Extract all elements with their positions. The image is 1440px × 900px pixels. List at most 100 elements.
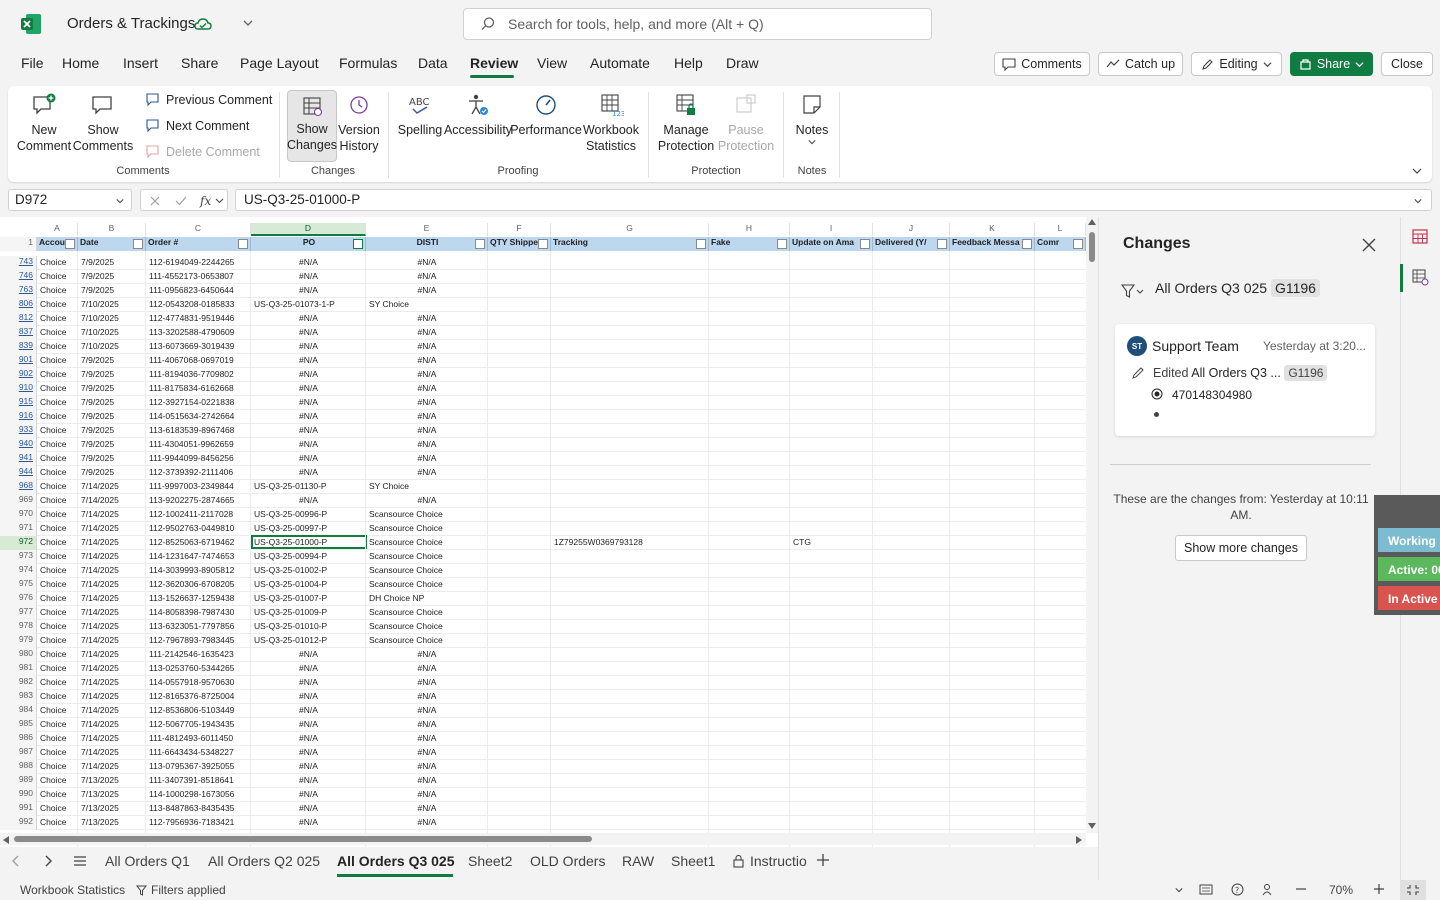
row-number[interactable]: 901 [0, 354, 37, 368]
cell-c[interactable]: 111-4552173-0653807 [147, 271, 250, 281]
cell-a[interactable]: Choice [38, 761, 77, 771]
cell-d[interactable]: #N/A [252, 313, 365, 323]
cell-b[interactable]: 7/14/2025 [79, 691, 145, 701]
chevron-down-icon[interactable] [1174, 886, 1184, 894]
cell-a[interactable]: Choice [38, 467, 77, 477]
cell-c[interactable]: 112-9502763-0449810 [147, 523, 250, 533]
row-number[interactable]: 837 [0, 326, 37, 340]
cell-a[interactable]: Choice [38, 411, 77, 421]
row-number[interactable]: 940 [0, 438, 37, 452]
row-number[interactable]: 941 [0, 452, 37, 466]
cell-c[interactable]: 112-7956936-7183421 [147, 817, 250, 827]
cell-b[interactable]: 7/10/2025 [79, 299, 145, 309]
cell-e[interactable]: #N/A [367, 369, 487, 379]
cell-b[interactable]: 7/9/2025 [79, 467, 145, 477]
row-number[interactable]: 970 [0, 508, 37, 522]
cell-e[interactable]: #N/A [367, 803, 487, 813]
table-row[interactable]: 980 Choice 7/14/2025 111-2142546-1635423 #N/… [0, 648, 1086, 662]
cell-b[interactable]: 7/14/2025 [79, 537, 145, 547]
cell-b[interactable]: 7/14/2025 [79, 705, 145, 715]
cell-a[interactable]: Choice [38, 271, 77, 281]
cell-c[interactable]: 114-8058398-7987430 [147, 607, 250, 617]
cell-c[interactable]: 113-1526637-1259438 [147, 593, 250, 603]
row-number[interactable]: 991 [0, 802, 37, 816]
cell-e[interactable]: #N/A [367, 719, 487, 729]
table-row[interactable]: 985 Choice 7/14/2025 112-5067705-1943435 #N/… [0, 718, 1086, 732]
cell-e[interactable]: Scansource Choice [367, 537, 487, 547]
table-row[interactable]: 988 Choice 7/14/2025 113-0795367-3925055 #N/… [0, 760, 1086, 774]
filter-dropdown-button[interactable] [860, 239, 870, 249]
cell-d[interactable]: #N/A [252, 257, 365, 267]
table-row[interactable]: 971 Choice 7/14/2025 112-9502763-0449810 US-… [0, 522, 1086, 536]
cell-a[interactable]: Choice [38, 509, 77, 519]
table-row[interactable]: 973 Choice 7/14/2025 114-1231647-7474653 US-… [0, 550, 1086, 564]
search-box[interactable]: Search for tools, help, and more (Alt + … [463, 8, 932, 40]
cell-e[interactable]: #N/A [367, 327, 487, 337]
table-row[interactable]: 983 Choice 7/14/2025 112-8165376-8725004 #N/… [0, 690, 1086, 704]
cell-b[interactable]: 7/14/2025 [79, 635, 145, 645]
cell-b[interactable]: 7/14/2025 [79, 747, 145, 757]
cell-e[interactable]: #N/A [367, 355, 487, 365]
cell-d[interactable]: #N/A [252, 355, 365, 365]
cell-d[interactable]: #N/A [252, 775, 365, 785]
cell-a[interactable]: Choice [38, 817, 77, 827]
pause-protection-button[interactable]: Pause Protection [716, 92, 776, 154]
share-button[interactable]: Share [1290, 52, 1373, 76]
show-more-changes-button[interactable]: Show more changes [1175, 535, 1307, 561]
cell-b[interactable]: 7/14/2025 [79, 565, 145, 575]
cell-e[interactable]: #N/A [367, 775, 487, 785]
cell-e[interactable]: Scansource Choice [367, 579, 487, 589]
cell-d[interactable]: #N/A [252, 495, 365, 505]
next-sheet-icon[interactable] [43, 855, 53, 867]
row-number[interactable]: 977 [0, 606, 37, 620]
cell-a[interactable]: Choice [38, 285, 77, 295]
sheet-tab-sheet1[interactable]: Sheet1 [671, 853, 715, 869]
cell-c[interactable]: 111-2142546-1635423 [147, 649, 250, 659]
cell-c[interactable]: 112-8525063-6719462 [147, 537, 250, 547]
cell-c[interactable]: 112-7967893-7983445 [147, 635, 250, 645]
cell-e[interactable]: Scansource Choice [367, 635, 487, 645]
cell-b[interactable]: 7/14/2025 [79, 761, 145, 771]
table-row[interactable]: 992 Choice 7/13/2025 112-7956936-7183421 #N/… [0, 816, 1086, 830]
column-header-g[interactable]: G [551, 223, 709, 236]
row-number[interactable]: 902 [0, 368, 37, 382]
header-cell-e[interactable]: DISTI [366, 237, 488, 251]
table-row[interactable]: 837 Choice 7/10/2025 113-3202588-4790609 #N/… [0, 326, 1086, 340]
cell-a[interactable]: Choice [38, 789, 77, 799]
filter-dropdown-button[interactable] [1022, 239, 1032, 249]
scroll-left-icon[interactable] [3, 836, 9, 844]
table-row[interactable]: 970 Choice 7/14/2025 112-1002411-2117028 US-… [0, 508, 1086, 522]
cell-d[interactable]: US-Q3-25-00994-P [252, 551, 365, 561]
column-header-h[interactable]: H [709, 223, 790, 236]
table-row[interactable]: 944 Choice 7/9/2025 112-3739392-2111406 #N/A… [0, 466, 1086, 480]
menu-tab-file[interactable]: File [21, 55, 44, 75]
row-number[interactable]: 988 [0, 760, 37, 774]
cell-c[interactable]: 111-9997003-2349844 [147, 481, 250, 491]
cell-d[interactable]: #N/A [252, 411, 365, 421]
cell-a[interactable]: Choice [38, 775, 77, 785]
show-comments-button[interactable]: Show Comments [73, 92, 133, 154]
cell-a[interactable]: Choice [38, 663, 77, 673]
cell-b[interactable]: 7/10/2025 [79, 341, 145, 351]
cell-d[interactable]: #N/A [252, 747, 365, 757]
filter-dropdown-button[interactable] [937, 239, 947, 249]
table-row[interactable]: 979 Choice 7/14/2025 112-7967893-7983445 US-… [0, 634, 1086, 648]
cell-a[interactable]: Choice [38, 355, 77, 365]
menu-tab-home[interactable]: Home [62, 55, 99, 75]
comments-button[interactable]: Comments [994, 52, 1090, 76]
column-header-j[interactable]: J [873, 223, 950, 236]
cell-d[interactable]: US-Q3-25-01004-P [252, 579, 365, 589]
menu-tab-insert[interactable]: Insert [123, 55, 158, 75]
column-header-d[interactable]: D [251, 223, 366, 236]
cell-b[interactable]: 7/14/2025 [79, 579, 145, 589]
row-number[interactable]: 975 [0, 578, 37, 592]
row-number[interactable]: 971 [0, 522, 37, 536]
table-row[interactable]: 978 Choice 7/14/2025 113-6323051-7797856 US-… [0, 620, 1086, 634]
menu-tab-formulas[interactable]: Formulas [339, 55, 397, 75]
row-number[interactable]: 990 [0, 788, 37, 802]
cell-e[interactable]: #N/A [367, 439, 487, 449]
cell-a[interactable]: Choice [38, 719, 77, 729]
version-history-button[interactable]: Version History [338, 92, 380, 154]
row-number[interactable]: 987 [0, 746, 37, 760]
cell-d[interactable]: #N/A [252, 341, 365, 351]
